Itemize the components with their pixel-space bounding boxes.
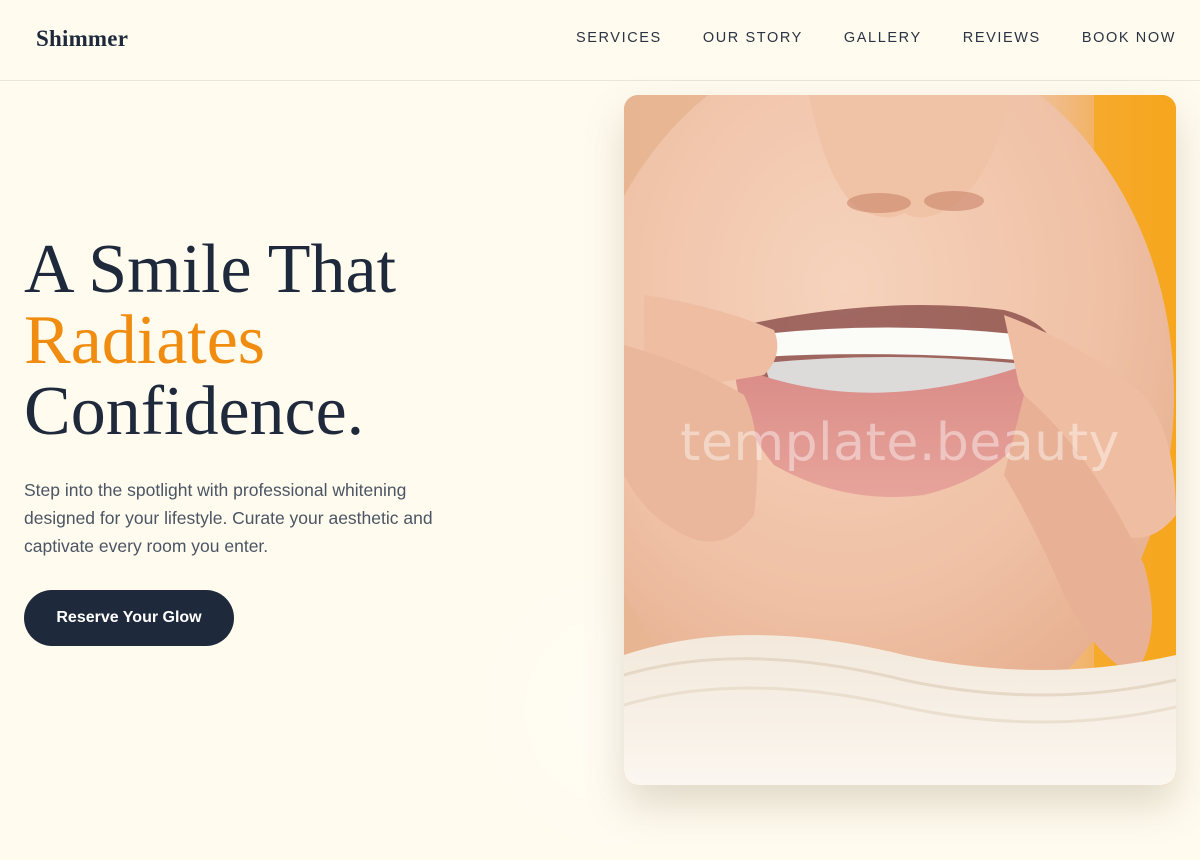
site-header: Shimmer SERVICES OUR STORY GALLERY REVIE… xyxy=(0,0,1200,81)
hero-photo: template.beauty xyxy=(624,95,1176,785)
nav-item-book-now[interactable]: BOOK NOW xyxy=(1082,30,1176,46)
image-watermark: template.beauty xyxy=(680,413,1120,473)
main-nav: SERVICES OUR STORY GALLERY REVIEWS BOOK … xyxy=(576,30,1176,46)
nav-item-gallery[interactable]: GALLERY xyxy=(844,30,922,46)
brand-logo[interactable]: Shimmer xyxy=(36,26,128,52)
nav-item-reviews[interactable]: REVIEWS xyxy=(963,30,1041,46)
hero-description: Step into the spotlight with professiona… xyxy=(24,480,433,556)
hero-title: A Smile That Radiates Confidence. xyxy=(24,234,396,447)
nav-item-services[interactable]: SERVICES xyxy=(576,30,662,46)
hero-title-line-1: A Smile That xyxy=(24,231,397,308)
hero-title-line-3: Confidence. xyxy=(24,373,365,450)
reserve-button[interactable]: Reserve Your Glow xyxy=(24,590,234,646)
nav-item-our-story[interactable]: OUR STORY xyxy=(703,30,803,46)
hero-title-accent: Radiates xyxy=(24,302,266,379)
